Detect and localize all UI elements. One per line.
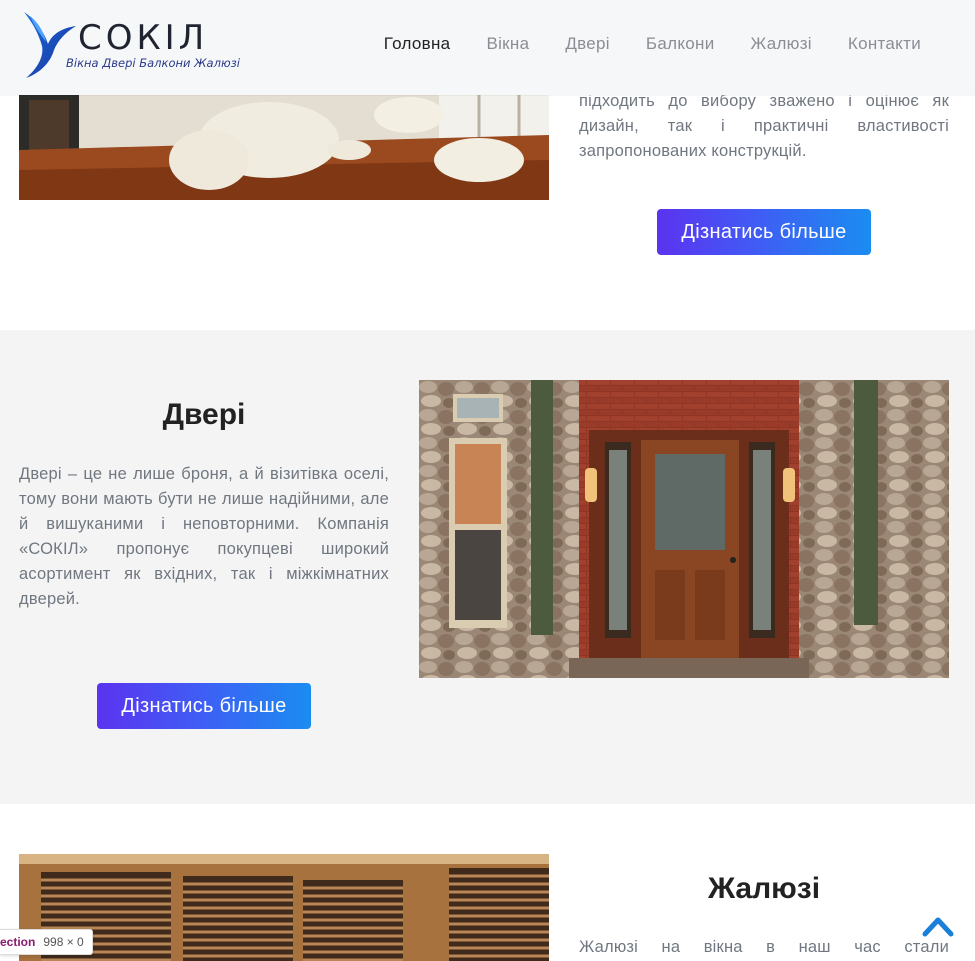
doors-title: Двері (162, 398, 246, 431)
nav-balconies[interactable]: Балкони (646, 34, 715, 54)
windows-learn-more-button[interactable]: Дізнатись більше (657, 209, 871, 255)
windows-description: підходить до вибору зважено і оцінює як … (579, 92, 949, 160)
blinds-description: Жалюзі на вікна в наш час стали (579, 938, 949, 956)
main-nav: Головна Вікна Двері Балкони Жалюзі Конта… (348, 34, 921, 54)
doors-learn-more-button[interactable]: Дізнатись більше (97, 683, 311, 729)
nav-blinds[interactable]: Жалюзі (751, 34, 812, 54)
devtools-dimensions: 998 × 0 (43, 935, 84, 949)
blinds-title: Жалюзі (707, 872, 821, 905)
scroll-to-top-icon[interactable] (921, 912, 955, 938)
devtools-tag-name: ection (0, 935, 36, 949)
nav-windows[interactable]: Вікна (486, 34, 529, 54)
devtools-element-tooltip: ection 998 × 0 (0, 929, 93, 955)
brand-name: СОКІЛ (78, 18, 209, 58)
front-door-image (419, 380, 949, 678)
nav-doors[interactable]: Двері (565, 34, 610, 54)
doors-section: Двері Двері – це не лише броня, а й візи… (0, 330, 975, 804)
nav-home[interactable]: Головна (384, 34, 451, 54)
blinds-image (19, 854, 549, 961)
logo[interactable]: СОКІЛ Вікна Двері Балкони Жалюзі (22, 10, 247, 82)
blinds-section: Жалюзі Жалюзі на вікна в наш час стали (0, 804, 975, 961)
site-header: СОКІЛ Вікна Двері Балкони Жалюзі Головна… (0, 0, 975, 95)
doors-description: Двері – це не лише броня, а й візитівка … (19, 465, 389, 608)
nav-contacts[interactable]: Контакти (848, 34, 921, 54)
brand-tagline: Вікна Двері Балкони Жалюзі (66, 56, 240, 70)
